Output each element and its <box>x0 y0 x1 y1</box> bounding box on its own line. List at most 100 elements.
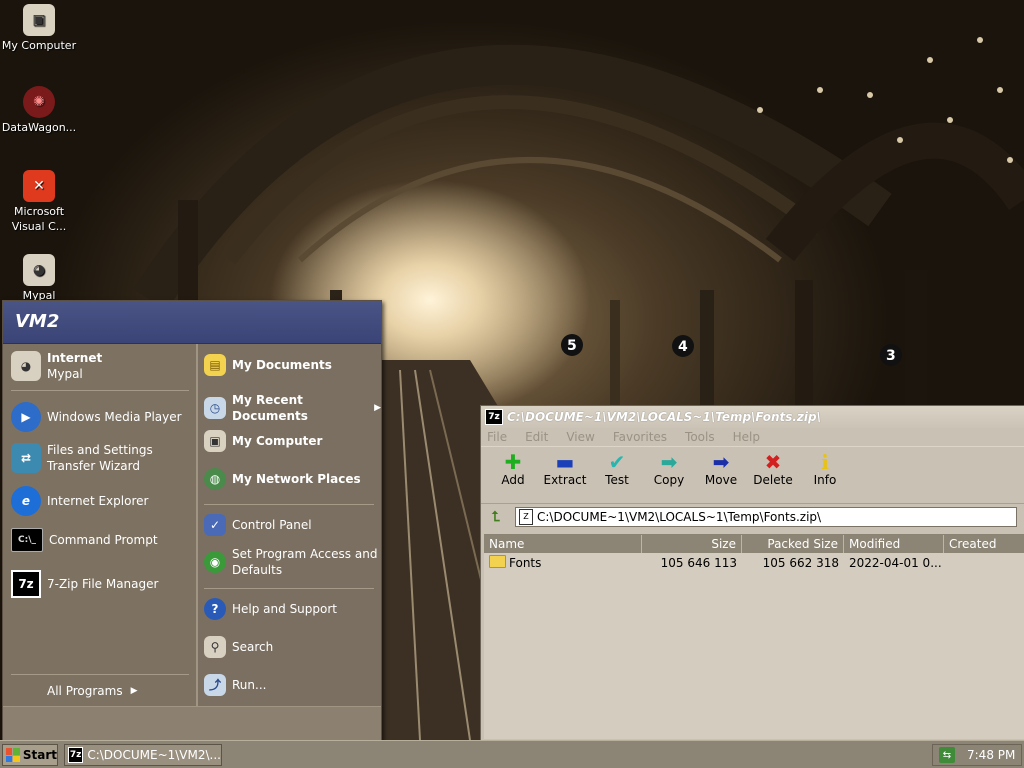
copy-button[interactable]: ➡ Copy <box>643 451 695 487</box>
desktop-icon-visual-c[interactable]: ✕ Microsoft Visual C... <box>0 170 78 234</box>
delete-button[interactable]: ✖ Delete <box>747 451 799 487</box>
svg-text:4: 4 <box>678 339 688 355</box>
file-list-header: Name Size Packed Size Modified Created <box>484 535 1024 553</box>
toolbar: ✚ Add ▬ Extract ✔ Test ➡ Copy ➡ Move ✖ D… <box>481 446 1024 504</box>
run-icon: ⤴ <box>204 674 226 696</box>
start-item-my-recent-documents[interactable]: ◷ My Recent Documents ▶ <box>204 392 381 424</box>
taskbar: Start 7z C:\DOCUME~1\VM2\... ⇆ 7:48 PM <box>0 740 1024 768</box>
7zip-icon: 7z <box>485 409 503 425</box>
start-item-set-program-access[interactable]: ◉ Set Program Access and Defaults <box>204 546 377 578</box>
address-text: C:\DOCUME~1\VM2\LOCALS~1\Temp\Fonts.zip\ <box>537 510 822 524</box>
desktop-icon-my-computer[interactable]: ▣ My Computer <box>0 4 78 53</box>
recent-documents-icon: ◷ <box>204 397 226 419</box>
7zip-file-manager-window: 7z C:\DOCUME~1\VM2\LOCALS~1\Temp\Fonts.z… <box>480 405 1024 742</box>
column-header-size[interactable]: Size <box>642 535 742 553</box>
toolbar-label: Add <box>501 473 525 487</box>
zip-file-icon: Z <box>519 509 533 525</box>
delete-icon: ✖ <box>764 450 782 474</box>
taskbar-button-7zip[interactable]: 7z C:\DOCUME~1\VM2\... <box>64 744 222 766</box>
desktop-icon-mypal[interactable]: ◕ Mypal <box>0 254 78 303</box>
visual-c-icon: ✕ <box>23 170 55 202</box>
start-menu-left-pane: ◕ Internet Mypal ▶ Windows Media Player … <box>3 344 198 706</box>
desktop-icon-label-line2: Visual C... <box>11 220 67 233</box>
toolbar-label: Info <box>813 473 837 487</box>
column-header-modified[interactable]: Modified <box>844 535 944 553</box>
copy-icon: ➡ <box>660 450 678 474</box>
toolbar-label: Delete <box>753 473 793 487</box>
window-title: C:\DOCUME~1\VM2\LOCALS~1\Temp\Fonts.zip\ <box>507 410 821 424</box>
menu-tools[interactable]: Tools <box>685 430 715 444</box>
transfer-wizard-icon: ⇄ <box>11 443 41 473</box>
start-menu-user: VM2 <box>3 301 381 344</box>
start-item-windows-media-player[interactable]: ▶ Windows Media Player <box>11 402 182 432</box>
start-item-control-panel[interactable]: ✓ Control Panel <box>204 514 312 536</box>
mypal-icon: ◕ <box>11 351 41 381</box>
search-icon: ⚲ <box>204 636 226 658</box>
svg-text:5: 5 <box>567 338 577 354</box>
start-item-search[interactable]: ⚲ Search <box>204 636 273 658</box>
start-item-files-settings-transfer[interactable]: ⇄ Files and Settings Transfer Wizard <box>11 442 153 474</box>
start-item-internet-explorer[interactable]: e Internet Explorer <box>11 486 148 516</box>
column-header-name[interactable]: Name <box>484 535 642 553</box>
menu-bar: File Edit View Favorites Tools Help <box>481 428 1024 446</box>
start-separator <box>11 390 189 391</box>
toolbar-label: Move <box>704 473 738 487</box>
menu-favorites[interactable]: Favorites <box>613 430 667 444</box>
start-item-label: My Computer <box>232 434 323 448</box>
windows-logo-icon <box>6 748 20 762</box>
start-item-label: Windows Media Player <box>47 410 182 424</box>
extract-button[interactable]: ▬ Extract <box>539 451 591 487</box>
command-prompt-icon: C:\_ <box>11 528 43 552</box>
test-button[interactable]: ✔ Test <box>591 451 643 487</box>
start-menu-footer <box>3 706 381 742</box>
table-row[interactable]: Fonts 105 646 113 105 662 318 2022-04-01… <box>484 553 1024 572</box>
file-list: Name Size Packed Size Modified Created F… <box>484 534 1024 739</box>
system-tray: ⇆ 7:48 PM <box>932 744 1022 766</box>
window-titlebar[interactable]: 7z C:\DOCUME~1\VM2\LOCALS~1\Temp\Fonts.z… <box>481 406 1024 428</box>
start-item-7zip[interactable]: 7z 7-Zip File Manager <box>11 570 158 598</box>
start-item-label: My Documents <box>232 358 332 372</box>
clock[interactable]: 7:48 PM <box>967 748 1015 762</box>
start-item-label-line1: Files and Settings <box>47 443 153 457</box>
start-item-label-line2: Transfer Wizard <box>47 459 140 473</box>
column-header-packed-size[interactable]: Packed Size <box>742 535 844 553</box>
menu-help[interactable]: Help <box>733 430 760 444</box>
computer-icon: ▣ <box>204 430 226 452</box>
info-button[interactable]: i Info <box>799 451 851 487</box>
cell-name: Fonts <box>484 555 642 570</box>
start-item-command-prompt[interactable]: C:\_ Command Prompt <box>11 528 158 552</box>
extract-icon: ▬ <box>555 450 575 474</box>
control-panel-icon: ✓ <box>204 514 226 536</box>
move-button[interactable]: ➡ Move <box>695 451 747 487</box>
start-item-my-documents[interactable]: ▤ My Documents <box>204 354 332 376</box>
address-input[interactable]: Z C:\DOCUME~1\VM2\LOCALS~1\Temp\Fonts.zi… <box>515 507 1017 527</box>
move-icon: ➡ <box>712 450 730 474</box>
start-item-label: Control Panel <box>232 518 312 532</box>
computer-icon: ▣ <box>23 4 55 36</box>
desktop-icon-label: My Computer <box>1 39 77 52</box>
menu-file[interactable]: File <box>487 430 507 444</box>
cell-modified: 2022-04-01 0... <box>849 555 942 570</box>
start-item-label-line1: Set Program Access and <box>232 547 378 561</box>
column-header-created[interactable]: Created <box>944 535 1024 553</box>
chevron-right-icon: ▶ <box>374 403 381 413</box>
add-button[interactable]: ✚ Add <box>487 451 539 487</box>
menu-edit[interactable]: Edit <box>525 430 548 444</box>
start-item-my-network-places[interactable]: ◍ My Network Places <box>204 468 361 490</box>
start-separator <box>204 504 374 505</box>
7zip-icon: 7z <box>68 747 84 763</box>
all-programs-button[interactable]: All Programs ▶ <box>47 683 138 699</box>
start-item-help-and-support[interactable]: ? Help and Support <box>204 598 337 620</box>
network-tray-icon[interactable]: ⇆ <box>939 747 955 763</box>
start-button[interactable]: Start <box>2 744 58 766</box>
menu-view[interactable]: View <box>566 430 594 444</box>
start-item-internet[interactable]: ◕ Internet Mypal <box>11 350 102 382</box>
toolbar-label: Extract <box>543 473 587 487</box>
start-item-label: Run... <box>232 678 267 692</box>
start-separator <box>204 588 374 589</box>
chevron-right-icon: ▶ <box>130 686 138 696</box>
start-item-my-computer[interactable]: ▣ My Computer <box>204 430 322 452</box>
desktop-icon-datawagon[interactable]: ✺ DataWagon... <box>0 86 78 135</box>
start-item-run[interactable]: ⤴ Run... <box>204 674 266 696</box>
folder-up-button[interactable]: ⮤ <box>485 507 507 527</box>
